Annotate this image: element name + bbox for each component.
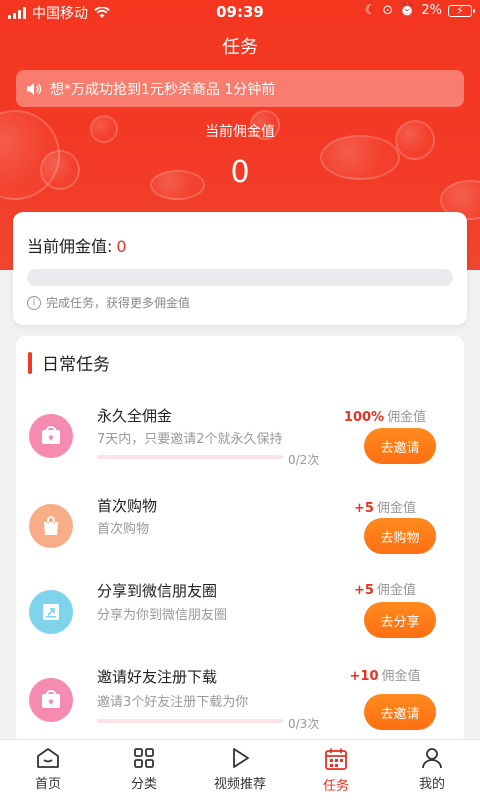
task-desc: 邀请3个好友注册下载为你: [97, 695, 249, 710]
task-name: 永久全佣金: [97, 407, 173, 425]
task-progress-bar: [97, 719, 283, 723]
play-icon: [233, 748, 249, 768]
task-icon-wrap: [29, 414, 73, 458]
task-reward-value: +10: [349, 669, 379, 684]
invite-friends-button[interactable]: 去邀请: [364, 694, 436, 730]
user-icon: [422, 748, 442, 769]
task-name: 分享到微信朋友圈: [97, 582, 218, 600]
task-reward-unit: 佣金值: [381, 669, 421, 684]
task-name: 首次购物: [97, 497, 158, 515]
task-reward-value: +5: [354, 583, 374, 598]
page-title: 任务: [222, 37, 258, 58]
tab-video[interactable]: 视频推荐: [192, 740, 288, 800]
task-reward: +5 佣金值: [330, 497, 440, 516]
commission-progress-bar: [27, 269, 453, 286]
tab-tasks[interactable]: 任务: [288, 740, 384, 800]
task-icon-wrap: [29, 678, 73, 722]
task-progress-count: 0/2次: [288, 453, 320, 467]
task-desc: 7天内，只要邀请2个就永久保持: [97, 432, 283, 447]
tab-label: 视频推荐: [213, 777, 266, 792]
gift-bag-icon: [42, 426, 60, 444]
status-bar: 中国移动 09:39 ☾ ⊙ ⏰ 2% ⚡: [0, 0, 480, 24]
task-reward: 100% 佣金值: [330, 406, 440, 425]
commission-label: 当前佣金值: [205, 124, 275, 140]
card-title: 当前佣金值: 0: [27, 233, 127, 257]
task-desc: 首次购物: [97, 522, 150, 537]
task-desc: 分享为你到微信朋友圈: [97, 608, 228, 623]
card-tip-text: 完成任务，获得更多佣金值: [46, 296, 191, 310]
share-icon: [43, 604, 59, 620]
tab-mine[interactable]: 我的: [384, 740, 480, 800]
info-icon: i: [27, 295, 41, 310]
moon-icon: ☾: [364, 3, 377, 18]
rotation-lock-icon: ⊙: [382, 3, 394, 18]
task-reward-unit: 佣金值: [376, 583, 416, 598]
section-title-bar: [28, 351, 32, 374]
tab-label: 任务: [322, 779, 349, 794]
daily-tasks-panel: 日常任务 永久全佣金 7天内，只要邀请2个就永久保持 0/2次 100% 佣金值 …: [16, 336, 464, 746]
tab-bar: 首页 分类 视频推荐 任务 我的: [0, 739, 480, 800]
commission-value: 0: [230, 155, 250, 190]
shop-button[interactable]: 去购物: [364, 518, 436, 554]
card-tip: i 完成任务，获得更多佣金值: [27, 294, 190, 311]
task-progress-count: 0/3次: [288, 717, 320, 731]
share-button[interactable]: 去分享: [364, 602, 436, 638]
tab-category[interactable]: 分类: [96, 740, 192, 800]
task-icon-wrap: [29, 504, 73, 548]
task-item: 邀请好友注册下载 邀请3个好友注册下载为你 0/3次 +10 佣金值 去邀请: [16, 668, 464, 746]
home-icon: [37, 748, 59, 768]
task-reward-value: +5: [354, 501, 374, 516]
speaker-icon: [27, 82, 42, 95]
grid-icon: [134, 748, 154, 768]
battery-label: 2%: [421, 3, 442, 18]
notice-text: 想*万成功抢到1元秒杀商品 1分钟前: [50, 81, 276, 98]
task-reward: +5 佣金值: [330, 579, 440, 598]
commission-card: 当前佣金值: 0 i 完成任务，获得更多佣金值: [13, 212, 467, 325]
card-value: 0: [116, 237, 127, 256]
section-title: 日常任务: [28, 350, 110, 375]
card-title-label: 当前佣金值:: [27, 237, 113, 256]
task-reward-unit: 佣金值: [387, 410, 427, 425]
invite-button[interactable]: 去邀请: [364, 428, 436, 464]
tab-home[interactable]: 首页: [0, 740, 96, 800]
task-reward: +10 佣金值: [330, 665, 440, 684]
shopping-bag-icon: [44, 516, 58, 535]
battery-icon: ⚡: [448, 4, 475, 17]
section-title-text: 日常任务: [42, 355, 110, 375]
task-icon-wrap: [29, 590, 73, 634]
task-progress-bar: [97, 455, 283, 459]
gift-bag-icon: [42, 690, 60, 708]
task-name: 邀请好友注册下载: [97, 668, 218, 686]
tab-label: 分类: [130, 777, 157, 792]
task-reward-unit: 佣金值: [376, 501, 416, 516]
tab-label: 我的: [418, 777, 445, 792]
notice-bar[interactable]: 想*万成功抢到1元秒杀商品 1分钟前: [16, 70, 464, 107]
calendar-icon: [325, 748, 347, 770]
alarm-icon: ⏰: [399, 3, 416, 18]
tab-label: 首页: [34, 777, 61, 792]
task-item: 永久全佣金 7天内，只要邀请2个就永久保持 0/2次 100% 佣金值 去邀请: [16, 407, 464, 502]
task-reward-value: 100%: [343, 410, 385, 425]
